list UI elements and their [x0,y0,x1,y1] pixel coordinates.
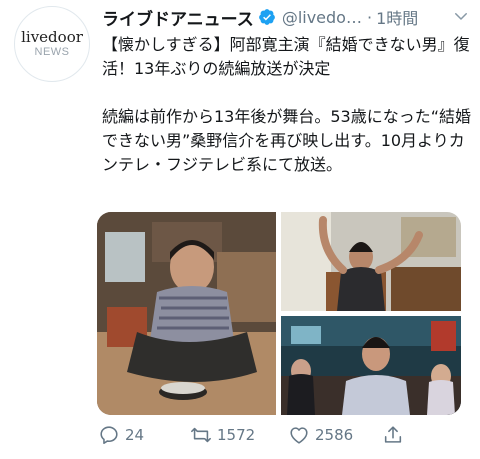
tweet-actions: 24 1572 2586 [98,424,468,452]
tweet-text: 【懐かしすぎる】阿部寛主演『結婚できない男』復活！13年ぶりの続編放送が決定 続… [102,33,474,177]
reply-icon [100,426,118,445]
photo-bottom-right[interactable] [281,316,461,415]
share-icon [384,426,402,443]
retweet-button[interactable]: 1572 [190,424,255,446]
tweet-paragraph-body: 続編は前作から13年後が舞台。53歳になった“結婚できない男”桑野信介を再び映し… [102,107,472,174]
retweet-icon [191,427,211,443]
photo-top-right[interactable] [281,212,461,311]
tweet-media-grid [97,212,461,415]
avatar-brand-text: livedoor [21,28,83,46]
like-button[interactable]: 2586 [288,424,353,446]
reply-button[interactable]: 24 [98,424,144,446]
photo-main[interactable] [97,212,276,415]
tweet-timestamp[interactable]: 1時間 [376,5,418,29]
separator-dot: · [366,7,373,27]
profile-avatar[interactable]: livedoor NEWS [14,6,90,82]
avatar-news-text: NEWS [34,46,70,58]
share-button[interactable] [382,424,409,446]
account-handle[interactable]: @livedo… [282,8,362,27]
tweet-header: ライブドアニュース @livedo… · 1時間 [102,4,472,30]
retweet-count: 1572 [217,426,256,444]
like-count: 2586 [315,426,354,444]
verified-badge-icon [258,9,275,25]
tweet-paragraph-headline: 【懐かしすぎる】阿部寛主演『結婚できない男』復活！13年ぶりの続編放送が決定 [102,35,470,78]
reply-count: 24 [125,426,145,444]
like-icon [290,427,308,444]
account-name[interactable]: ライブドアニュース [102,5,254,30]
chevron-down-icon[interactable] [452,7,470,25]
